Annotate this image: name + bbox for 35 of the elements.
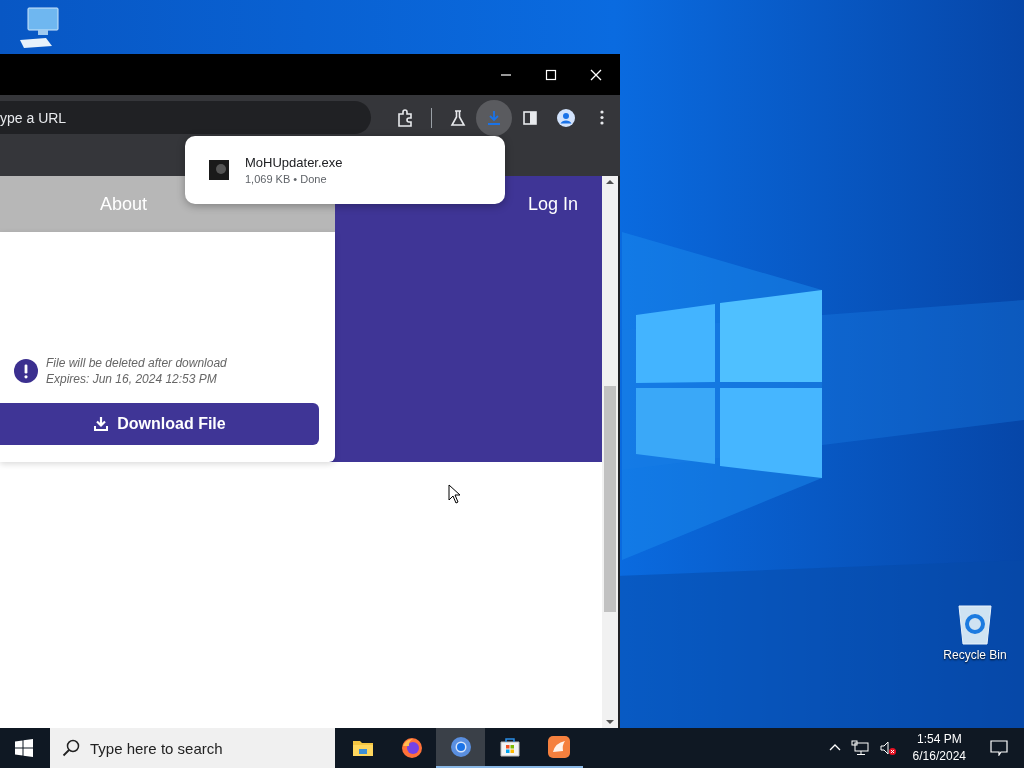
windows-logo-icon [15, 739, 33, 757]
profile-icon [557, 108, 575, 127]
store-bag-icon [497, 735, 522, 759]
address-bar[interactable]: ype a URL [0, 101, 371, 134]
menu-icon [600, 110, 604, 125]
download-icon [485, 108, 503, 127]
fox-browser-icon [399, 736, 424, 760]
app-icon [546, 735, 571, 759]
flask-icon [449, 108, 467, 127]
file-icon [209, 160, 229, 180]
mouse-pointer-icon [448, 484, 462, 504]
close-icon[interactable] [590, 68, 602, 81]
download-button[interactable]: Download File [0, 403, 319, 445]
notice-text: File will be deleted after download [46, 355, 227, 371]
notice-text: Expires: Jun 16, 2024 12:53 PM [46, 371, 218, 387]
network-icon[interactable] [850, 740, 869, 756]
scrollbar-thumb[interactable] [604, 386, 616, 612]
search-icon [62, 739, 80, 757]
clock-time[interactable]: 1:54 PM [912, 731, 966, 748]
puzzle-icon [396, 108, 414, 127]
scrollbar[interactable] [602, 176, 618, 728]
search-box[interactable]: Type here to search [50, 728, 335, 768]
nav-link[interactable]: Log In [527, 193, 578, 215]
maximize-icon[interactable] [545, 68, 557, 81]
notification-icon[interactable] [990, 740, 1008, 756]
side-panel-icon [521, 108, 539, 127]
download-status: 1,069 KB • Done [245, 173, 328, 185]
search-field[interactable]: Type here to search [90, 728, 330, 768]
clock-date[interactable]: 6/16/2024 [912, 748, 966, 765]
muted-speaker-icon[interactable] [878, 740, 897, 756]
browser-icon [448, 735, 473, 759]
file-name[interactable]: MoHUpdater.exe [245, 155, 343, 170]
icon-label: Recycle Bin [943, 648, 1007, 662]
download-icon [93, 416, 110, 432]
warning-icon [14, 359, 38, 383]
